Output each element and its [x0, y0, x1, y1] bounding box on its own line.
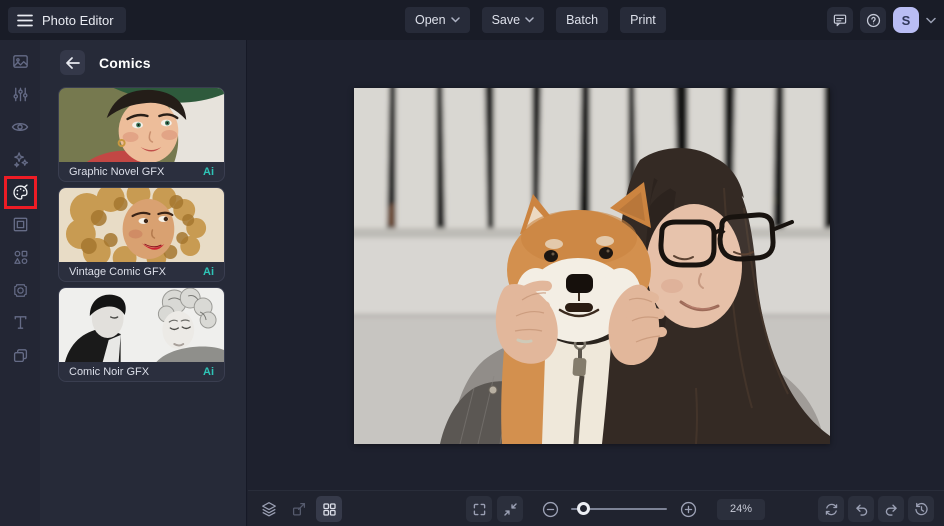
text-icon	[11, 313, 30, 332]
transform-icon	[290, 500, 308, 518]
topbar-actions: Open Save Batch Print	[405, 7, 666, 33]
rail-item-adjust[interactable]	[0, 78, 40, 111]
refresh-icon	[823, 501, 840, 518]
rail-item-frames[interactable]	[0, 208, 40, 241]
app-title: Photo Editor	[42, 13, 114, 28]
card-vintage-comic-gfx[interactable]: Vintage Comic GFX Ai	[58, 187, 225, 282]
transform-button[interactable]	[286, 496, 312, 522]
card-list: Graphic Novel GFX Ai	[40, 83, 246, 382]
rail-item-effects[interactable]	[0, 143, 40, 176]
frame-icon	[11, 215, 30, 234]
refresh-button[interactable]	[818, 496, 844, 522]
batch-button[interactable]: Batch	[556, 7, 608, 33]
card-thumbnail	[59, 88, 224, 162]
zoom-in-button[interactable]	[675, 496, 701, 522]
card-footer: Comic Noir GFX Ai	[59, 362, 224, 381]
chevron-down-icon	[926, 17, 936, 24]
fullscreen-button[interactable]	[466, 496, 492, 522]
fit-screen-button[interactable]	[497, 496, 523, 522]
history-button[interactable]	[908, 496, 934, 522]
help-button[interactable]	[860, 7, 886, 33]
print-button[interactable]: Print	[620, 7, 666, 33]
active-tool-highlight	[4, 176, 37, 209]
save-button[interactable]: Save	[482, 7, 545, 33]
zoom-level: 24%	[717, 499, 765, 520]
card-footer: Vintage Comic GFX Ai	[59, 262, 224, 281]
fit-screen-icon	[502, 501, 519, 518]
statusbar-left	[256, 496, 342, 522]
rail-item-touchup[interactable]	[0, 110, 40, 143]
feedback-icon	[832, 12, 848, 28]
card-label: Vintage Comic GFX	[69, 266, 166, 278]
sliders-icon	[11, 85, 30, 104]
rail-item-overlays[interactable]	[0, 339, 40, 372]
redo-icon	[883, 501, 900, 518]
eye-icon	[10, 117, 30, 137]
rail-item-artsy[interactable]	[0, 176, 40, 209]
arrow-left-icon	[66, 57, 80, 69]
app-menu-button[interactable]: Photo Editor	[8, 7, 126, 33]
card-thumbnail	[59, 188, 224, 262]
zoom-slider-track[interactable]	[571, 508, 667, 510]
help-icon	[865, 12, 882, 29]
grid-view-icon	[321, 501, 338, 518]
layers-icon	[260, 500, 278, 518]
undo-button[interactable]	[848, 496, 874, 522]
panel-header: Comics	[40, 40, 246, 83]
history-icon	[913, 501, 930, 518]
zoom-out-button[interactable]	[537, 496, 563, 522]
rail-item-graphics[interactable]	[0, 241, 40, 274]
ai-badge: Ai	[203, 266, 214, 278]
card-footer: Graphic Novel GFX Ai	[59, 162, 224, 181]
layers-button[interactable]	[256, 496, 282, 522]
ai-badge: Ai	[203, 366, 214, 378]
user-menu-chevron[interactable]	[926, 17, 936, 24]
back-button[interactable]	[60, 50, 85, 75]
feedback-button[interactable]	[827, 7, 853, 33]
zoom-in-icon	[679, 500, 698, 519]
workspace	[248, 40, 944, 490]
user-avatar[interactable]: S	[893, 7, 919, 33]
ornament-frame-icon	[11, 281, 30, 300]
comics-panel: Comics	[40, 40, 247, 526]
open-button[interactable]: Open	[405, 7, 470, 33]
overlays-icon	[11, 346, 30, 365]
card-graphic-novel-gfx[interactable]: Graphic Novel GFX Ai	[58, 87, 225, 182]
sparkles-icon	[11, 150, 30, 169]
grid-view-button[interactable]	[316, 496, 342, 522]
image-icon	[11, 52, 30, 71]
zoom-slider-handle[interactable]	[577, 502, 590, 515]
ai-badge: Ai	[203, 166, 214, 178]
statusbar: 24%	[248, 490, 944, 526]
card-label: Graphic Novel GFX	[69, 166, 164, 178]
chevron-down-icon	[451, 17, 460, 23]
panel-title: Comics	[99, 55, 151, 71]
hamburger-icon	[17, 14, 33, 27]
undo-icon	[853, 501, 870, 518]
statusbar-right	[818, 496, 934, 522]
card-label: Comic Noir GFX	[69, 366, 149, 378]
zoom-slider[interactable]	[571, 496, 667, 522]
topbar-right: S	[827, 7, 936, 33]
rail-item-edit[interactable]	[0, 45, 40, 78]
rail-item-textures[interactable]	[0, 274, 40, 307]
tool-rail	[0, 40, 40, 526]
statusbar-center: 24%	[466, 496, 765, 522]
topbar: Photo Editor Open Save Batch Print S	[0, 0, 944, 40]
card-comic-noir-gfx[interactable]: Comic Noir GFX Ai	[58, 287, 225, 382]
chevron-down-icon	[525, 17, 534, 23]
card-thumbnail	[59, 288, 224, 362]
rail-item-text[interactable]	[0, 307, 40, 340]
canvas-image[interactable]	[354, 88, 830, 444]
redo-button[interactable]	[878, 496, 904, 522]
zoom-out-icon	[541, 500, 560, 519]
shapes-icon	[11, 248, 30, 267]
palette-icon	[11, 183, 30, 202]
fullscreen-icon	[471, 501, 488, 518]
